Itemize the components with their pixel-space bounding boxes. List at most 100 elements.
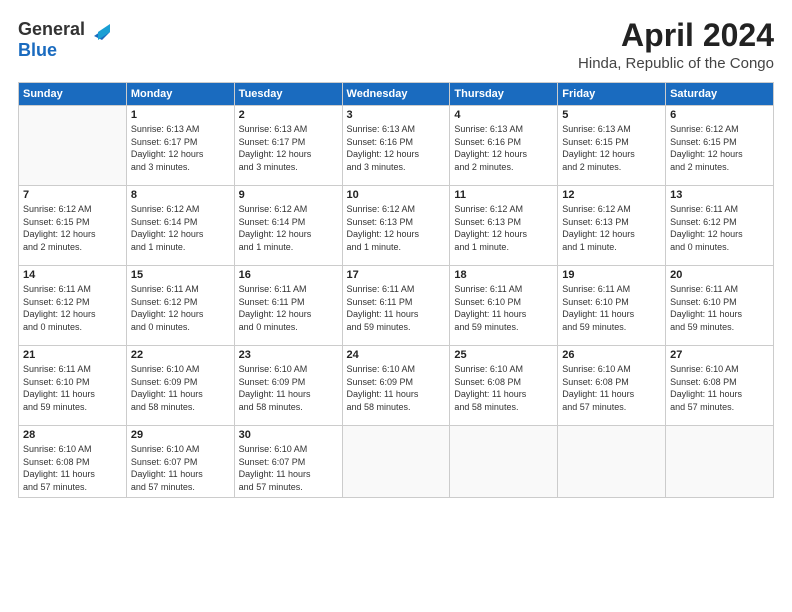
month-title: April 2024: [578, 18, 774, 53]
col-saturday: Saturday: [666, 83, 774, 106]
day-info: Sunrise: 6:11 AMSunset: 6:11 PMDaylight:…: [239, 283, 338, 333]
table-row: 21 Sunrise: 6:11 AMSunset: 6:10 PMDayligh…: [19, 346, 127, 426]
header: General Blue April 2024 Hinda, Republic …: [18, 18, 774, 72]
col-sunday: Sunday: [19, 83, 127, 106]
day-info: Sunrise: 6:10 AMSunset: 6:07 PMDaylight:…: [239, 443, 338, 493]
day-number: 6: [670, 109, 769, 121]
day-number: 8: [131, 189, 230, 201]
day-number: 4: [454, 109, 553, 121]
table-row: 6 Sunrise: 6:12 AMSunset: 6:15 PMDaylight…: [666, 106, 774, 186]
table-row: [666, 426, 774, 497]
table-row: 13Sunrise: 6:11 AMSunset: 6:12 PMDayligh…: [666, 186, 774, 266]
table-row: 3 Sunrise: 6:13 AMSunset: 6:16 PMDaylight…: [342, 106, 450, 186]
table-row: 25Sunrise: 6:10 AMSunset: 6:08 PMDayligh…: [450, 346, 558, 426]
logo-general-text: General: [18, 19, 85, 40]
day-number: 22: [131, 349, 230, 361]
logo: General Blue: [18, 18, 110, 61]
table-row: 1Sunrise: 6:13 AMSunset: 6:17 PMDaylight…: [126, 106, 234, 186]
table-row: 24 Sunrise: 6:10 AMSunset: 6:09 PMDayligh…: [342, 346, 450, 426]
table-row: 11 Sunrise: 6:12 AMSunset: 6:13 PMDayligh…: [450, 186, 558, 266]
day-info: Sunrise: 6:11 AMSunset: 6:10 PMDaylight:…: [23, 363, 122, 413]
day-number: 12: [562, 189, 661, 201]
page: General Blue April 2024 Hinda, Republic …: [0, 0, 792, 612]
table-row: 16 Sunrise: 6:11 AMSunset: 6:11 PMDayligh…: [234, 266, 342, 346]
table-row: 9Sunrise: 6:12 AMSunset: 6:14 PMDaylight…: [234, 186, 342, 266]
day-info: Sunrise: 6:11 AMSunset: 6:10 PMDaylight:…: [562, 283, 661, 333]
day-info: Sunrise: 6:11 AMSunset: 6:10 PMDaylight:…: [454, 283, 553, 333]
calendar-week-row: 1Sunrise: 6:13 AMSunset: 6:17 PMDaylight…: [19, 106, 774, 186]
table-row: 7Sunrise: 6:12 AMSunset: 6:15 PMDaylight…: [19, 186, 127, 266]
table-row: 30 Sunrise: 6:10 AMSunset: 6:07 PMDayligh…: [234, 426, 342, 497]
table-row: 12 Sunrise: 6:12 AMSunset: 6:13 PMDayligh…: [558, 186, 666, 266]
day-number: 5: [562, 109, 661, 121]
table-row: 27Sunrise: 6:10 AMSunset: 6:08 PMDayligh…: [666, 346, 774, 426]
day-info: Sunrise: 6:10 AMSunset: 6:09 PMDaylight:…: [347, 363, 446, 413]
day-number: 18: [454, 269, 553, 281]
table-row: 15Sunrise: 6:11 AMSunset: 6:12 PMDayligh…: [126, 266, 234, 346]
day-info: Sunrise: 6:13 AMSunset: 6:16 PMDaylight:…: [454, 123, 553, 173]
day-info: Sunrise: 6:12 AMSunset: 6:15 PMDaylight:…: [23, 203, 122, 253]
calendar-week-row: 7Sunrise: 6:12 AMSunset: 6:15 PMDaylight…: [19, 186, 774, 266]
day-number: 25: [454, 349, 553, 361]
col-friday: Friday: [558, 83, 666, 106]
table-row: [450, 426, 558, 497]
table-row: 23 Sunrise: 6:10 AMSunset: 6:09 PMDayligh…: [234, 346, 342, 426]
day-info: Sunrise: 6:13 AMSunset: 6:15 PMDaylight:…: [562, 123, 661, 173]
table-row: 8 Sunrise: 6:12 AMSunset: 6:14 PMDaylight…: [126, 186, 234, 266]
logo-icon: [88, 18, 110, 40]
day-number: 2: [239, 109, 338, 121]
table-row: 22 Sunrise: 6:10 AMSunset: 6:09 PMDayligh…: [126, 346, 234, 426]
calendar-week-row: 21 Sunrise: 6:11 AMSunset: 6:10 PMDayligh…: [19, 346, 774, 426]
day-info: Sunrise: 6:12 AMSunset: 6:14 PMDaylight:…: [239, 203, 338, 253]
day-info: Sunrise: 6:13 AMSunset: 6:17 PMDaylight:…: [239, 123, 338, 173]
col-monday: Monday: [126, 83, 234, 106]
day-number: 28: [23, 429, 122, 441]
day-info: Sunrise: 6:11 AMSunset: 6:12 PMDaylight:…: [23, 283, 122, 333]
calendar-week-row: 14 Sunrise: 6:11 AMSunset: 6:12 PMDayligh…: [19, 266, 774, 346]
day-info: Sunrise: 6:13 AMSunset: 6:17 PMDaylight:…: [131, 123, 230, 173]
day-info: Sunrise: 6:12 AMSunset: 6:13 PMDaylight:…: [562, 203, 661, 253]
day-info: Sunrise: 6:10 AMSunset: 6:09 PMDaylight:…: [131, 363, 230, 413]
day-number: 24: [347, 349, 446, 361]
day-info: Sunrise: 6:11 AMSunset: 6:12 PMDaylight:…: [670, 203, 769, 253]
day-info: Sunrise: 6:11 AMSunset: 6:11 PMDaylight:…: [347, 283, 446, 333]
day-info: Sunrise: 6:10 AMSunset: 6:09 PMDaylight:…: [239, 363, 338, 413]
day-number: 14: [23, 269, 122, 281]
col-thursday: Thursday: [450, 83, 558, 106]
table-row: 5 Sunrise: 6:13 AMSunset: 6:15 PMDaylight…: [558, 106, 666, 186]
day-info: Sunrise: 6:13 AMSunset: 6:16 PMDaylight:…: [347, 123, 446, 173]
col-tuesday: Tuesday: [234, 83, 342, 106]
day-info: Sunrise: 6:10 AMSunset: 6:08 PMDaylight:…: [670, 363, 769, 413]
calendar-week-row: 28 Sunrise: 6:10 AMSunset: 6:08 PMDayligh…: [19, 426, 774, 497]
table-row: [19, 106, 127, 186]
location-title: Hinda, Republic of the Congo: [578, 55, 774, 72]
day-number: 21: [23, 349, 122, 361]
day-number: 20: [670, 269, 769, 281]
day-number: 19: [562, 269, 661, 281]
day-info: Sunrise: 6:12 AMSunset: 6:13 PMDaylight:…: [454, 203, 553, 253]
day-number: 30: [239, 429, 338, 441]
table-row: 28 Sunrise: 6:10 AMSunset: 6:08 PMDayligh…: [19, 426, 127, 497]
table-row: 19 Sunrise: 6:11 AMSunset: 6:10 PMDayligh…: [558, 266, 666, 346]
day-info: Sunrise: 6:10 AMSunset: 6:08 PMDaylight:…: [23, 443, 122, 493]
day-info: Sunrise: 6:11 AMSunset: 6:10 PMDaylight:…: [670, 283, 769, 333]
day-number: 10: [347, 189, 446, 201]
table-row: [342, 426, 450, 497]
day-number: 11: [454, 189, 553, 201]
day-info: Sunrise: 6:10 AMSunset: 6:08 PMDaylight:…: [562, 363, 661, 413]
table-row: 18 Sunrise: 6:11 AMSunset: 6:10 PMDayligh…: [450, 266, 558, 346]
day-info: Sunrise: 6:10 AMSunset: 6:07 PMDaylight:…: [131, 443, 230, 493]
day-number: 16: [239, 269, 338, 281]
day-info: Sunrise: 6:12 AMSunset: 6:13 PMDaylight:…: [347, 203, 446, 253]
day-number: 23: [239, 349, 338, 361]
table-row: 2 Sunrise: 6:13 AMSunset: 6:17 PMDaylight…: [234, 106, 342, 186]
day-number: 26: [562, 349, 661, 361]
table-row: 29Sunrise: 6:10 AMSunset: 6:07 PMDayligh…: [126, 426, 234, 497]
day-number: 15: [131, 269, 230, 281]
table-row: [558, 426, 666, 497]
title-block: April 2024 Hinda, Republic of the Congo: [578, 18, 774, 72]
day-info: Sunrise: 6:12 AMSunset: 6:15 PMDaylight:…: [670, 123, 769, 173]
table-row: 10 Sunrise: 6:12 AMSunset: 6:13 PMDayligh…: [342, 186, 450, 266]
day-info: Sunrise: 6:12 AMSunset: 6:14 PMDaylight:…: [131, 203, 230, 253]
day-number: 3: [347, 109, 446, 121]
